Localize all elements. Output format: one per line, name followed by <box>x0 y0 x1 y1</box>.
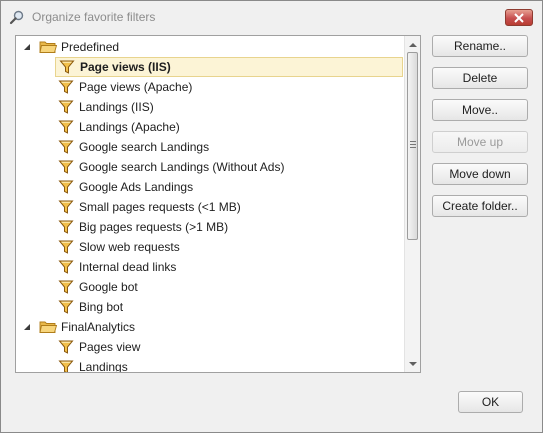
filter-item[interactable]: Landings (Apache) <box>16 117 403 137</box>
filter-label: Landings <box>79 360 128 373</box>
filter-label: Landings (IIS) <box>79 100 154 114</box>
scrollbar-thumb[interactable] <box>407 52 418 240</box>
filter-icon <box>58 180 74 194</box>
ok-button[interactable]: OK <box>458 391 523 413</box>
filter-label: Landings (Apache) <box>79 120 180 134</box>
organize-filters-dialog: Organize favorite filters Predefined Page… <box>0 0 543 433</box>
filter-item[interactable]: Google search Landings (Without Ads) <box>16 157 403 177</box>
delete-button[interactable]: Delete <box>432 67 528 89</box>
filter-label: Bing bot <box>79 300 124 314</box>
title-bar: Organize favorite filters <box>1 1 542 31</box>
dialog-title: Organize favorite filters <box>32 10 156 24</box>
filter-item[interactable]: Internal dead links <box>16 257 403 277</box>
folder-icon <box>39 321 57 333</box>
move-up-button[interactable]: Move up <box>432 131 528 153</box>
filter-icon <box>58 200 74 214</box>
filter-icon <box>58 280 74 294</box>
folder-icon <box>39 41 57 53</box>
filter-icon <box>58 300 74 314</box>
close-button[interactable] <box>505 9 533 26</box>
filter-icon <box>59 60 75 74</box>
filter-item[interactable]: Landings (IIS) <box>16 97 403 117</box>
scrollbar-grip <box>410 141 416 148</box>
move-button[interactable]: Move.. <box>432 99 528 121</box>
filter-item[interactable]: Bing bot <box>16 297 403 317</box>
filter-item[interactable]: Small pages requests (<1 MB) <box>16 197 403 217</box>
filter-label: Google search Landings (Without Ads) <box>79 160 285 174</box>
filter-item[interactable]: Google Ads Landings <box>16 177 403 197</box>
filter-label: Big pages requests (>1 MB) <box>79 220 229 234</box>
filter-label: Google search Landings <box>79 140 210 154</box>
rename-button[interactable]: Rename.. <box>432 35 528 57</box>
filter-icon <box>58 80 74 94</box>
filter-label: Page views (IIS) <box>80 60 171 74</box>
search-icon <box>9 10 24 25</box>
filter-tree[interactable]: Predefined Page views (IIS) Page views (Ap… <box>15 35 421 373</box>
filter-icon <box>58 240 74 254</box>
filter-item[interactable]: Pages view <box>16 337 403 357</box>
move-down-button[interactable]: Move down <box>432 163 528 185</box>
filter-item[interactable]: Page views (Apache) <box>16 77 403 97</box>
create-folder-button[interactable]: Create folder.. <box>432 195 528 217</box>
folder-label: Predefined <box>61 40 120 54</box>
filter-icon <box>58 340 74 354</box>
filter-item[interactable]: Landings <box>16 357 403 373</box>
filter-label: Google Ads Landings <box>79 180 194 194</box>
filter-icon <box>58 120 74 134</box>
tree-folder[interactable]: Predefined <box>17 37 403 57</box>
vertical-scrollbar[interactable] <box>404 36 420 372</box>
filter-item[interactable]: Slow web requests <box>16 237 403 257</box>
tree-content: Predefined Page views (IIS) Page views (Ap… <box>16 36 404 372</box>
filter-item[interactable]: Page views (IIS) <box>55 57 403 77</box>
filter-label: Google bot <box>79 280 138 294</box>
scroll-up-arrow-icon[interactable] <box>408 40 418 50</box>
filter-item[interactable]: Big pages requests (>1 MB) <box>16 217 403 237</box>
filter-icon <box>58 220 74 234</box>
filter-label: Internal dead links <box>79 260 177 274</box>
close-icon <box>514 13 524 23</box>
filter-icon <box>58 140 74 154</box>
filter-label: Page views (Apache) <box>79 80 193 94</box>
filter-icon <box>58 160 74 174</box>
filter-label: Pages view <box>79 340 141 354</box>
filter-icon <box>58 360 74 372</box>
filter-icon <box>58 260 74 274</box>
filter-icon <box>58 100 74 114</box>
folder-label: FinalAnalytics <box>61 320 136 334</box>
filter-item[interactable]: Google search Landings <box>16 137 403 157</box>
filter-item[interactable]: Google bot <box>16 277 403 297</box>
filter-label: Slow web requests <box>79 240 180 254</box>
filter-label: Small pages requests (<1 MB) <box>79 200 241 214</box>
scroll-down-arrow-icon[interactable] <box>408 359 418 369</box>
collapse-triangle-icon[interactable] <box>23 323 31 331</box>
collapse-triangle-icon[interactable] <box>23 43 31 51</box>
tree-folder[interactable]: FinalAnalytics <box>17 317 403 337</box>
